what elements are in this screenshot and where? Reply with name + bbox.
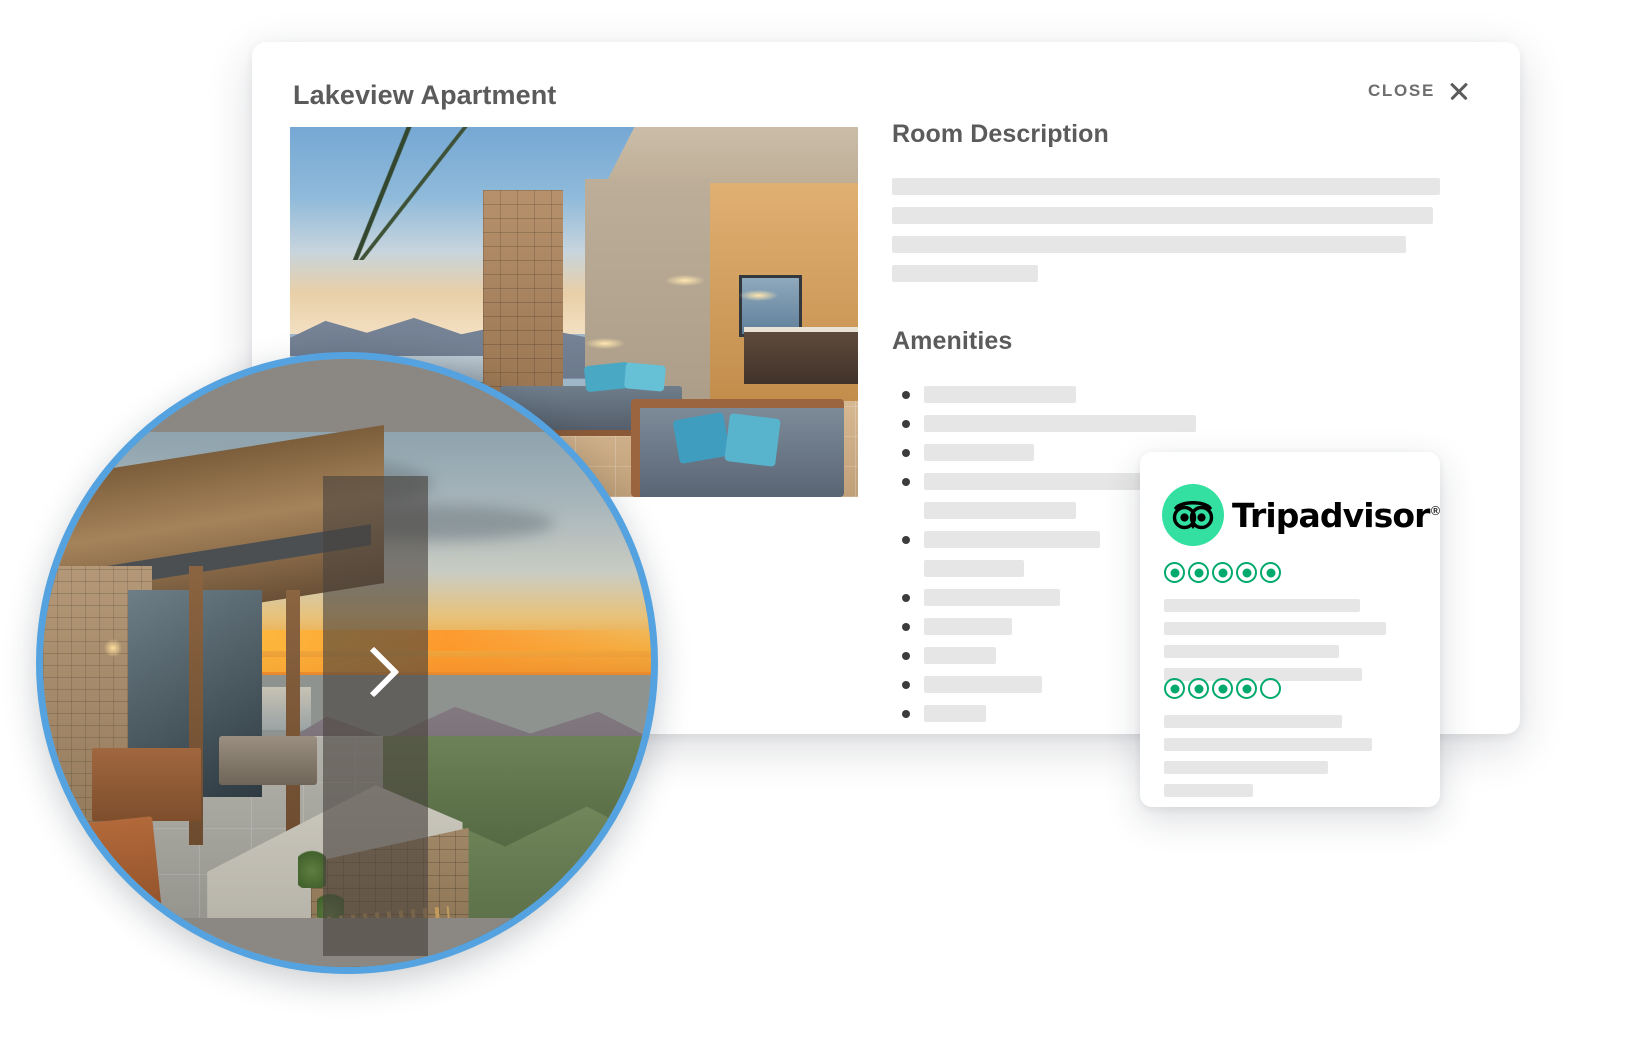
amenity-line-9 [924,618,1012,635]
description-line-1 [892,178,1440,195]
amenity-line-6 [924,531,1100,548]
rating-circle-filled [1212,562,1233,583]
bullet-icon [902,477,910,486]
bullet-icon [902,622,910,631]
amenity-item [902,415,1492,432]
bullet-spacer [902,565,910,573]
rating-circle-filled [1164,562,1185,583]
amenity-line-1 [924,386,1076,403]
review-1-line-2 [1164,622,1386,635]
rating-circle-filled [1188,678,1209,699]
page-title: Lakeview Apartment [293,80,557,110]
review-1 [1164,562,1416,691]
amenity-line-10 [924,647,996,664]
amenity-item [902,386,1492,403]
review-1-skeleton [1164,599,1416,681]
bullet-icon [902,390,910,399]
bullet-icon [902,680,910,689]
amenity-line-7 [924,560,1024,577]
review-1-rating [1164,562,1416,583]
gallery-next-button[interactable] [323,476,428,956]
bullet-spacer [902,507,910,515]
bullet-icon [902,651,910,660]
amenity-line-4 [924,473,1157,490]
bullet-icon [902,535,910,544]
amenity-line-3 [924,444,1034,461]
bullet-icon [902,593,910,602]
rating-circle-filled [1236,678,1257,699]
tripadvisor-reviews-card: Tripadvisor® [1140,452,1442,807]
review-2 [1164,678,1416,807]
review-2-rating [1164,678,1416,699]
bullet-icon [902,419,910,428]
review-2-skeleton [1164,715,1416,797]
review-2-line-4 [1164,784,1253,797]
amenity-line-5 [924,502,1076,519]
rating-circle-filled [1188,562,1209,583]
tripadvisor-wordmark: Tripadvisor® [1232,495,1442,535]
tripadvisor-logo: Tripadvisor® [1162,484,1442,546]
description-line-2 [892,207,1433,224]
rating-circle-filled [1164,678,1185,699]
review-1-line-1 [1164,599,1360,612]
registered-trademark-icon: ® [1429,503,1442,518]
bullet-icon [902,709,910,718]
review-2-line-1 [1164,715,1342,728]
room-description-skeleton [892,178,1492,282]
room-description-title: Room Description [892,120,1109,148]
rating-circle-filled [1212,678,1233,699]
close-x-icon [1448,80,1470,102]
tripadvisor-wordmark-text: Tripadvisor [1232,495,1430,535]
rating-circle-filled [1260,562,1281,583]
amenities-title: Amenities [892,327,1013,355]
amenity-line-11 [924,676,1042,693]
chevron-right-icon [348,646,400,698]
modal-header: Lakeview Apartment CLOSE [252,42,1520,128]
description-line-3 [892,236,1406,253]
amenity-line-8 [924,589,1060,606]
bullet-icon [902,448,910,457]
review-2-line-3 [1164,761,1328,774]
amenity-line-12 [924,705,986,722]
rating-circle-filled [1236,562,1257,583]
description-line-4 [892,265,1038,282]
rating-circle-empty [1260,678,1281,699]
close-button-label: CLOSE [1367,81,1435,100]
review-1-line-3 [1164,645,1339,658]
tripadvisor-owl-icon [1162,484,1224,546]
review-2-line-2 [1164,738,1372,751]
close-button[interactable]: CLOSE [1366,76,1472,106]
amenity-line-2 [924,415,1196,432]
